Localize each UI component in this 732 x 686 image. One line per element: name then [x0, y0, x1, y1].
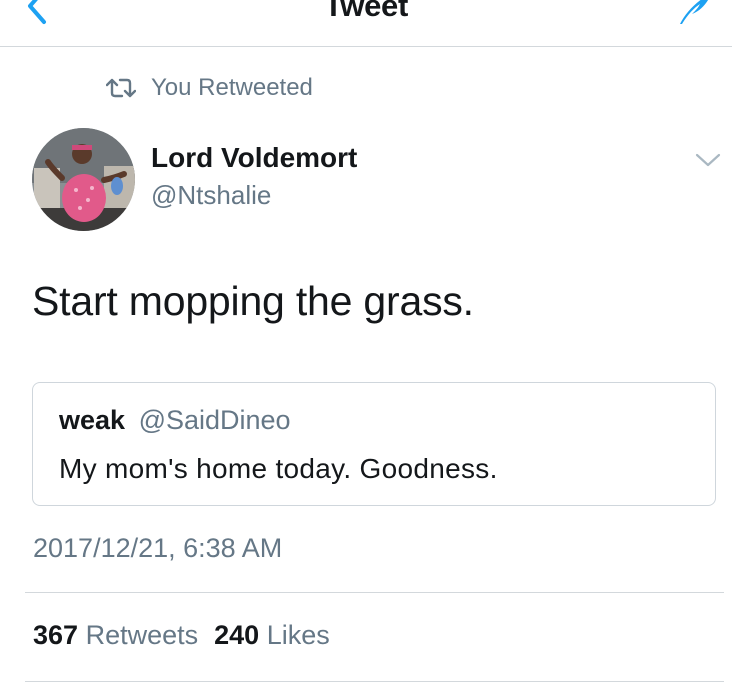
- likes-count: 240: [214, 620, 260, 650]
- retweets-count: 367: [33, 620, 79, 650]
- page-title: Tweet: [323, 0, 409, 23]
- avatar[interactable]: [32, 128, 135, 231]
- retweet-label: You Retweeted: [151, 74, 313, 101]
- likes-label: Likes: [266, 620, 330, 650]
- divider: [25, 592, 724, 593]
- navigation-bar: Tweet: [0, 0, 732, 47]
- divider: [25, 681, 724, 682]
- retweets-stat[interactable]: 367 Retweets: [33, 620, 198, 650]
- quoted-tweet-text: My mom's home today. Goodness.: [59, 453, 498, 484]
- tweet-text: Start mopping the grass.: [32, 278, 474, 324]
- quoted-author-handle: @SaidDineo: [138, 405, 291, 435]
- engagement-stats: 367 Retweets 240 Likes: [33, 620, 330, 651]
- retweet-context: You Retweeted: [106, 72, 313, 104]
- quoted-tweet-header: weak @SaidDineo: [59, 405, 291, 436]
- feather-compose-icon[interactable]: [672, 0, 716, 28]
- quoted-author-name: weak: [59, 405, 126, 435]
- author-name[interactable]: Lord Voldemort: [151, 142, 357, 174]
- retweet-icon: [106, 78, 136, 98]
- profile-photo: [32, 128, 135, 231]
- chevron-down-icon[interactable]: [694, 150, 722, 170]
- tweet-timestamp: 2017/12/21, 6:38 AM: [33, 533, 283, 563]
- likes-stat[interactable]: 240 Likes: [214, 620, 330, 650]
- quoted-tweet-card[interactable]: weak @SaidDineo My mom's home today. Goo…: [32, 382, 716, 506]
- tweet-detail-screen: Tweet You Retweeted Lord Voldemort @Ntsh…: [0, 0, 732, 686]
- author-handle[interactable]: @Ntshalie: [151, 180, 271, 211]
- retweets-label: Retweets: [85, 620, 199, 650]
